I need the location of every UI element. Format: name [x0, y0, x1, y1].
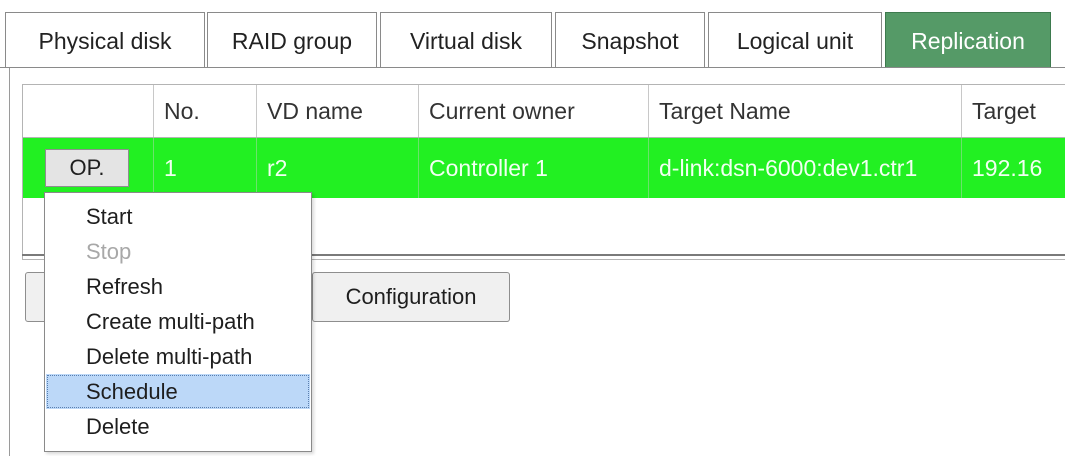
- column-header-current-owner[interactable]: Current owner: [418, 85, 648, 137]
- tab-replication[interactable]: Replication: [885, 12, 1051, 68]
- menu-item-create-multi-path[interactable]: Create multi-path: [46, 304, 310, 339]
- op-button[interactable]: OP.: [45, 149, 129, 187]
- column-header-target-name[interactable]: Target Name: [648, 85, 961, 137]
- menu-item-delete[interactable]: Delete: [46, 409, 310, 444]
- column-header-op: [23, 85, 153, 137]
- cell-target: 192.16: [961, 138, 1065, 198]
- tab-logical-unit[interactable]: Logical unit: [708, 12, 882, 68]
- column-header-no[interactable]: No.: [153, 85, 256, 137]
- table-header: No. VD name Current owner Target Name Ta…: [23, 85, 1065, 138]
- op-cell: OP.: [23, 138, 153, 198]
- column-header-target[interactable]: Target: [961, 85, 1065, 137]
- tab-bar: Physical disk RAID group Virtual disk Sn…: [0, 0, 1065, 68]
- op-context-menu: Start Stop Refresh Create multi-path Del…: [44, 192, 312, 452]
- tab-raid-group[interactable]: RAID group: [207, 12, 377, 68]
- column-header-vd-name[interactable]: VD name: [256, 85, 418, 137]
- configuration-button[interactable]: Configuration: [312, 272, 510, 322]
- table-row[interactable]: OP. 1 r2 Controller 1 d-link:dsn-6000:de…: [23, 138, 1065, 198]
- tab-virtual-disk[interactable]: Virtual disk: [380, 12, 552, 68]
- cell-current-owner: Controller 1: [418, 138, 648, 198]
- menu-item-start[interactable]: Start: [46, 199, 310, 234]
- cell-no: 1: [153, 138, 256, 198]
- cell-target-name: d-link:dsn-6000:dev1.ctr1: [648, 138, 961, 198]
- menu-item-stop: Stop: [86, 239, 132, 264]
- tab-physical-disk[interactable]: Physical disk: [5, 12, 205, 68]
- tab-snapshot[interactable]: Snapshot: [555, 12, 705, 68]
- menu-item-refresh[interactable]: Refresh: [46, 269, 310, 304]
- cell-vd-name: r2: [256, 138, 418, 198]
- menu-item-schedule[interactable]: Schedule: [46, 374, 310, 409]
- menu-item-delete-multi-path[interactable]: Delete multi-path: [46, 339, 310, 374]
